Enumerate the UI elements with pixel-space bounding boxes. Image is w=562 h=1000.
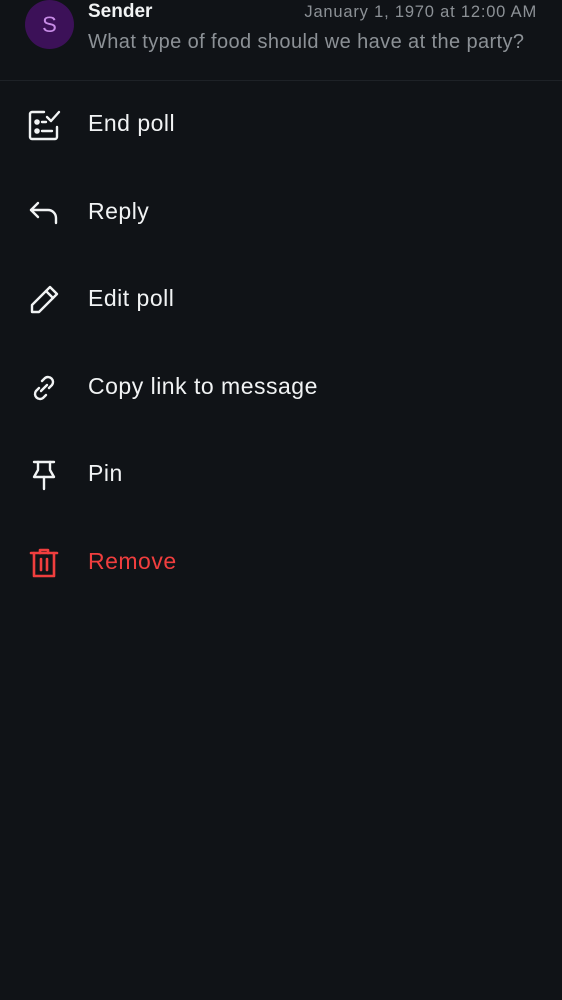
pin-label: Pin — [88, 460, 123, 486]
pin-button[interactable]: Pin — [0, 431, 562, 519]
end-poll-button[interactable]: End poll — [0, 81, 562, 169]
copy-link-label: Copy link to message — [88, 372, 318, 399]
avatar: S — [25, 0, 74, 49]
reply-button[interactable]: Reply — [0, 169, 562, 257]
end-poll-label: End poll — [88, 110, 176, 136]
remove-label: Remove — [88, 547, 177, 574]
sender-name: Sender — [88, 1, 153, 22]
message-preview-text: What type of food should we have at the … — [88, 31, 525, 53]
pin-icon — [26, 457, 62, 493]
message-preview-header: S Sender January 1, 1970 at 12:00 AM Wha… — [0, 0, 562, 81]
message-actions-sheet: S Sender January 1, 1970 at 12:00 AM Wha… — [0, 0, 562, 1000]
trash-icon — [26, 545, 62, 581]
reply-icon — [26, 195, 62, 231]
edit-poll-button[interactable]: Edit poll — [0, 256, 562, 344]
pencil-icon — [26, 282, 62, 318]
message-timestamp: January 1, 1970 at 12:00 AM — [304, 3, 537, 21]
link-icon — [26, 370, 62, 406]
edit-poll-label: Edit poll — [88, 285, 175, 311]
action-menu: End poll Reply Edit poll Copy link to me… — [0, 81, 562, 606]
remove-button[interactable]: Remove — [0, 519, 562, 607]
poll-end-icon — [26, 107, 62, 143]
reply-label: Reply — [88, 197, 150, 224]
copy-link-button[interactable]: Copy link to message — [0, 344, 562, 432]
